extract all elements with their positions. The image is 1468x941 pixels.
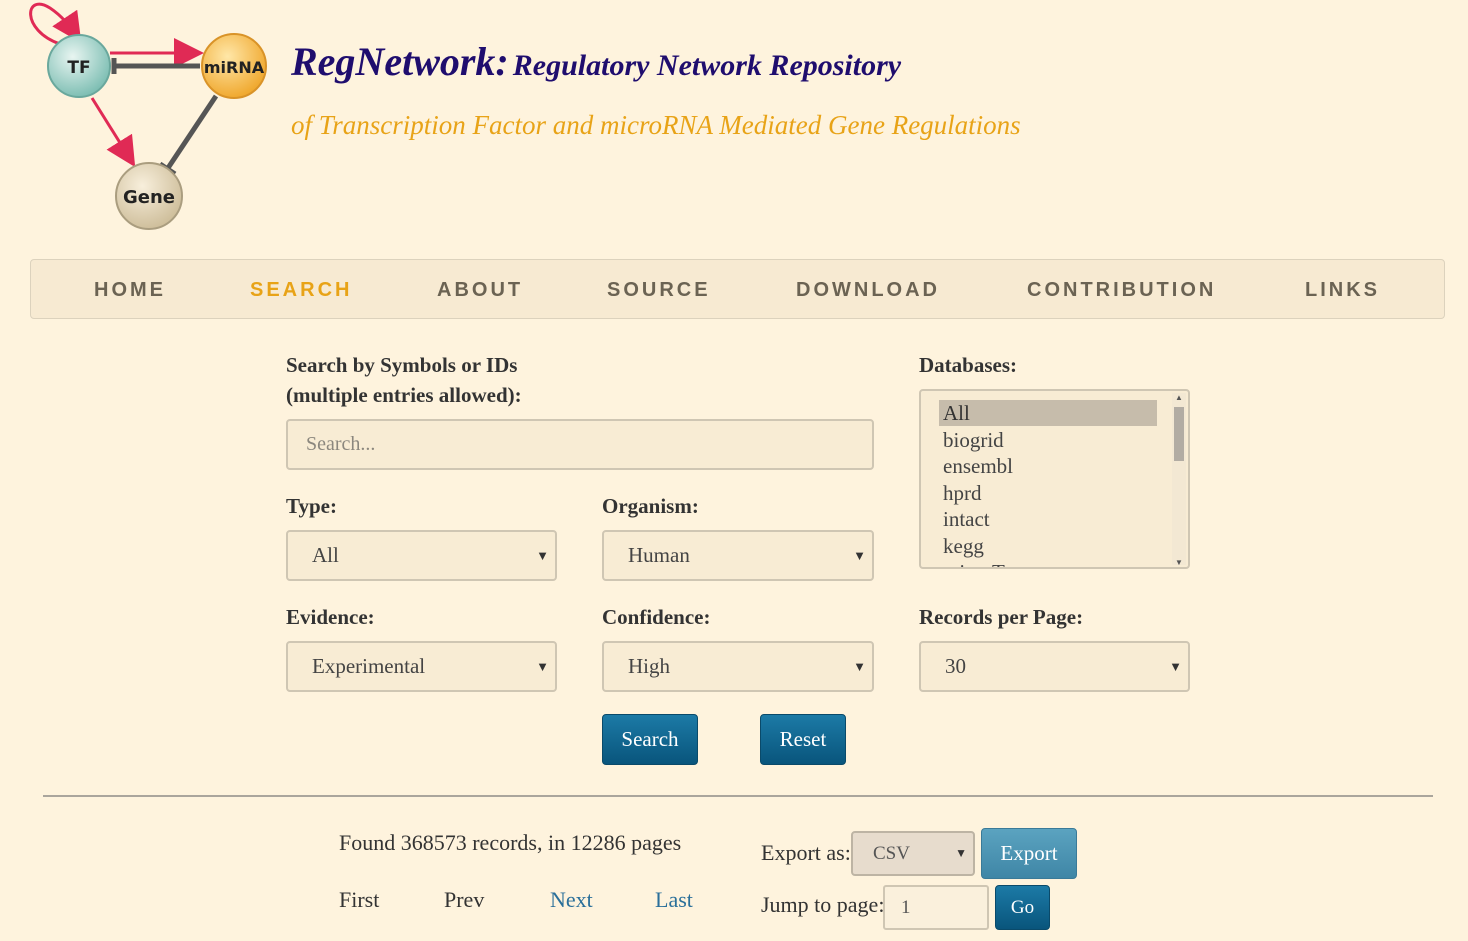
chevron-down-icon: ▼	[853, 548, 866, 563]
nav-links[interactable]: LINKS	[1305, 279, 1380, 302]
db-option-all[interactable]: All	[939, 400, 1157, 426]
main-nav: HOME SEARCH ABOUT SOURCE DOWNLOAD CONTRI…	[30, 259, 1445, 319]
page-subtitle: of Transcription Factor and microRNA Med…	[291, 110, 1021, 140]
organism-label: Organism:	[602, 494, 699, 518]
organism-select[interactable]: Human ▼	[602, 530, 874, 581]
db-option-hprd[interactable]: hprd	[939, 480, 1157, 506]
scroll-down-icon[interactable]: ▼	[1174, 558, 1184, 567]
tf-node: TF	[47, 34, 111, 98]
export-format-select[interactable]: CSV ▼	[851, 831, 975, 876]
records-per-page-value: 30	[945, 654, 966, 678]
db-option-ensembl[interactable]: ensembl	[939, 453, 1157, 479]
go-button[interactable]: Go	[995, 885, 1050, 930]
nav-home[interactable]: HOME	[94, 279, 166, 302]
confidence-select[interactable]: High ▼	[602, 641, 874, 692]
results-count: Found 368573 records, in 12286 pages	[339, 830, 682, 855]
chevron-down-icon: ▼	[955, 846, 967, 860]
records-per-page-select[interactable]: 30 ▼	[919, 641, 1190, 692]
databases-scroll-thumb[interactable]	[1174, 407, 1184, 461]
gene-node: Gene	[115, 162, 183, 230]
search-label-line1: Search by Symbols or IDs	[286, 353, 518, 377]
chevron-down-icon: ▼	[853, 659, 866, 674]
nav-about[interactable]: ABOUT	[437, 279, 523, 302]
databases-listbox[interactable]: All biogrid ensembl hprd intact kegg mir…	[919, 389, 1190, 569]
scroll-up-icon[interactable]: ▲	[1174, 393, 1184, 402]
evidence-label: Evidence:	[286, 605, 375, 629]
export-format-value: CSV	[873, 843, 910, 864]
db-option-intact[interactable]: intact	[939, 506, 1157, 532]
records-per-page-label: Records per Page:	[919, 605, 1084, 629]
page-title: RegNetwork: Regulatory Network Repository	[291, 38, 901, 85]
reset-button[interactable]: Reset	[760, 714, 846, 765]
chevron-down-icon: ▼	[1169, 659, 1182, 674]
nav-download[interactable]: DOWNLOAD	[796, 279, 940, 302]
svg-text:TF: TF	[67, 58, 90, 78]
section-divider	[43, 795, 1433, 797]
confidence-label: Confidence:	[602, 605, 711, 629]
search-label-line2: (multiple entries allowed):	[286, 383, 522, 407]
organism-select-value: Human	[628, 543, 690, 567]
title-rest: Regulatory Network Repository	[512, 49, 902, 82]
chevron-down-icon: ▼	[536, 548, 549, 563]
mirna-node: miRNA	[201, 33, 267, 99]
regnetwork-logo: TF miRNA Gene	[29, 2, 267, 230]
jump-to-page-input[interactable]	[883, 885, 989, 930]
databases-label: Databases:	[919, 353, 1017, 377]
pager-prev: Prev	[444, 887, 485, 912]
pager-last-link[interactable]: Last	[655, 887, 693, 913]
db-option-mirantar[interactable]: miranTar	[939, 559, 1157, 567]
type-select-value: All	[312, 543, 339, 567]
nav-search[interactable]: SEARCH	[250, 279, 352, 302]
pager-first: First	[339, 887, 380, 912]
svg-text:miRNA: miRNA	[204, 58, 265, 77]
search-input[interactable]	[286, 419, 874, 470]
search-button[interactable]: Search	[602, 714, 698, 765]
type-label: Type:	[286, 494, 337, 518]
export-button[interactable]: Export	[981, 828, 1077, 879]
evidence-select-value: Experimental	[312, 654, 426, 678]
title-main: RegNetwork:	[291, 39, 509, 84]
nav-source[interactable]: SOURCE	[607, 279, 711, 302]
export-label: Export as:	[761, 840, 851, 865]
db-option-biogrid[interactable]: biogrid	[939, 427, 1157, 453]
jump-to-page-label: Jump to page:	[761, 892, 885, 917]
type-select[interactable]: All ▼	[286, 530, 557, 581]
db-option-kegg[interactable]: kegg	[939, 533, 1157, 559]
confidence-select-value: High	[628, 654, 670, 678]
chevron-down-icon: ▼	[536, 659, 549, 674]
pager-next-link[interactable]: Next	[550, 887, 593, 913]
nav-contribution[interactable]: CONTRIBUTION	[1027, 279, 1216, 302]
svg-text:Gene: Gene	[123, 187, 175, 208]
evidence-select[interactable]: Experimental ▼	[286, 641, 557, 692]
